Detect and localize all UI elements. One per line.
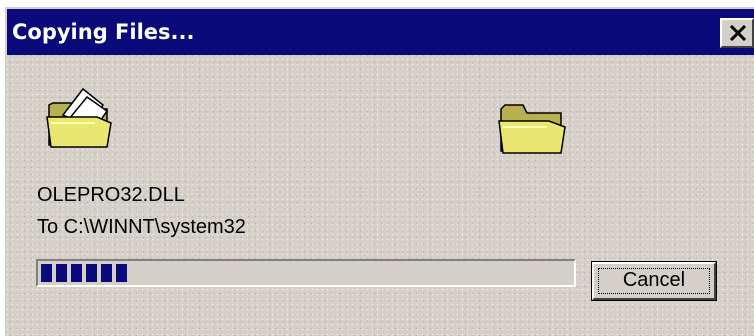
progress-bar: [36, 259, 576, 287]
copy-dialog: Copying Files... OLEPRO32.DLL To C:\WINN…: [4, 6, 754, 336]
progress-fill: [41, 264, 127, 282]
window-title: Copying Files...: [12, 20, 195, 44]
current-file-name: OLEPRO32.DLL: [37, 184, 185, 206]
cancel-button[interactable]: Cancel: [591, 261, 717, 301]
close-button[interactable]: [720, 18, 754, 48]
close-icon: [729, 25, 747, 41]
folder-with-papers-icon: [46, 87, 112, 148]
cancel-button-label: Cancel: [622, 269, 686, 291]
destination-path: To C:\WINNT\system32: [37, 216, 246, 238]
title-bar[interactable]: Copying Files...: [7, 9, 754, 55]
folder-icon: [498, 104, 566, 154]
